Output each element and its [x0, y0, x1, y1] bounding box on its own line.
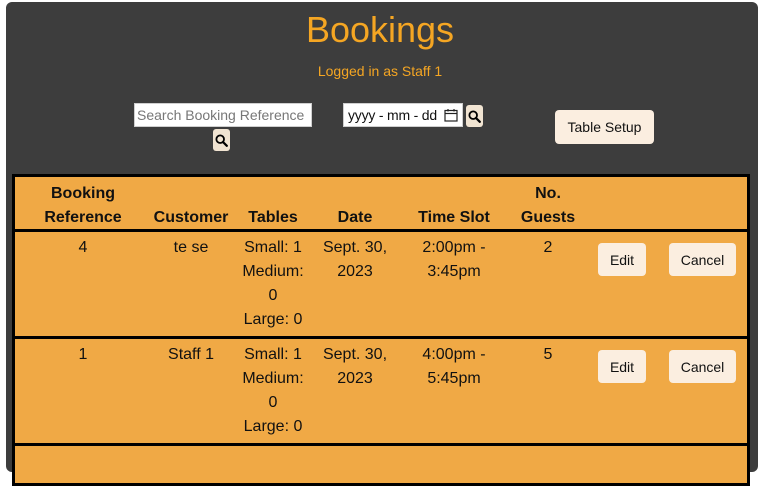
tables-large: Large: 0: [243, 311, 303, 328]
header-date: Date: [337, 209, 373, 226]
tables-medium-value: 0: [268, 287, 278, 304]
time-slot: 4:00pm - 5:45pm: [399, 343, 509, 391]
customer-name: Staff 1: [168, 346, 214, 363]
booking-reference: 1: [78, 346, 88, 363]
guest-count: 2: [543, 239, 553, 256]
time-slot-line2: 3:45pm: [427, 263, 481, 280]
header-booking-reference-line1: Booking: [51, 185, 115, 202]
search-input[interactable]: [134, 103, 312, 127]
tables-large: Large: 0: [243, 418, 303, 435]
date-placeholder: yyyy - mm - dd: [348, 107, 437, 123]
calendar-icon[interactable]: [444, 108, 458, 122]
tables-small: Small: 1: [244, 346, 302, 363]
booking-date-line1: Sept. 30,: [322, 239, 388, 256]
header-booking-reference-line2: Reference: [44, 209, 122, 226]
header-guests-line2: Guests: [520, 209, 576, 226]
table-row: 4 te se Small: 1 Medium: 0 Large: 0 Sept…: [12, 232, 750, 339]
customer-name: te se: [173, 239, 209, 256]
search-icon: [468, 109, 481, 123]
tables-medium-value: 0: [268, 394, 278, 411]
bookings-table: Booking Reference Customer Tables Date T…: [12, 174, 750, 486]
table-header: Booking Reference Customer Tables Date T…: [12, 174, 750, 232]
date-input[interactable]: yyyy - mm - dd: [343, 103, 463, 127]
tables-medium-label: Medium:: [242, 263, 304, 280]
header-customer: Customer: [153, 209, 229, 226]
time-slot-line1: 4:00pm -: [422, 346, 486, 363]
booking-date-line1: Sept. 30,: [322, 346, 388, 363]
search-button[interactable]: [213, 129, 230, 151]
header-guests-line1: No.: [535, 185, 561, 202]
tables-medium-label: Medium:: [242, 370, 304, 387]
time-slot-line2: 5:45pm: [427, 370, 481, 387]
tables-summary: Small: 1 Medium: 0 Large: 0: [233, 343, 313, 439]
table-row: 1 Staff 1 Small: 1 Medium: 0 Large: 0 Se…: [12, 339, 750, 446]
time-slot-line1: 2:00pm -: [422, 239, 486, 256]
header-tables: Tables: [248, 209, 298, 226]
booking-date-line2: 2023: [337, 263, 373, 280]
header-guests: No. Guests: [508, 182, 588, 230]
edit-button[interactable]: Edit: [598, 350, 646, 383]
table-row: [12, 446, 750, 486]
edit-button[interactable]: Edit: [598, 243, 646, 276]
tables-summary: Small: 1 Medium: 0 Large: 0: [233, 236, 313, 332]
page-title: Bookings: [305, 9, 455, 50]
cancel-button[interactable]: Cancel: [669, 243, 736, 276]
time-slot: 2:00pm - 3:45pm: [399, 236, 509, 284]
booking-date: Sept. 30, 2023: [305, 343, 405, 391]
search-icon: [215, 133, 228, 147]
logged-in-status: Logged in as Staff 1: [317, 63, 443, 79]
guest-count: 5: [543, 346, 553, 363]
header-booking-reference: Booking Reference: [15, 182, 151, 230]
booking-date: Sept. 30, 2023: [305, 236, 405, 284]
cancel-button[interactable]: Cancel: [669, 350, 736, 383]
date-search-button[interactable]: [466, 105, 483, 127]
header-time-slot: Time Slot: [418, 209, 490, 226]
booking-date-line2: 2023: [337, 370, 373, 387]
table-setup-button[interactable]: Table Setup: [555, 110, 654, 144]
tables-small: Small: 1: [244, 239, 302, 256]
booking-reference: 4: [78, 239, 88, 256]
